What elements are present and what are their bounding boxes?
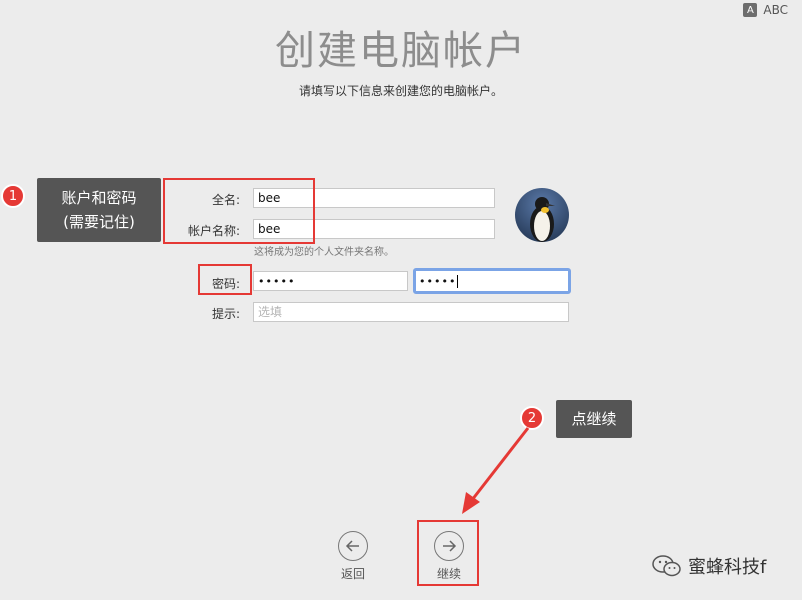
watermark: 蜜蜂科技f xyxy=(652,553,766,579)
back-label: 返回 xyxy=(340,567,365,581)
back-arrow-icon xyxy=(338,531,368,561)
continue-label: 继续 xyxy=(436,567,461,581)
back-button[interactable]: 返回 xyxy=(338,531,368,582)
continue-button[interactable]: 继续 xyxy=(434,531,464,582)
wechat-icon xyxy=(652,555,681,577)
watermark-text: 蜜蜂科技f xyxy=(688,557,767,578)
annotation-arrow xyxy=(462,427,530,514)
forward-arrow-icon xyxy=(434,531,464,561)
